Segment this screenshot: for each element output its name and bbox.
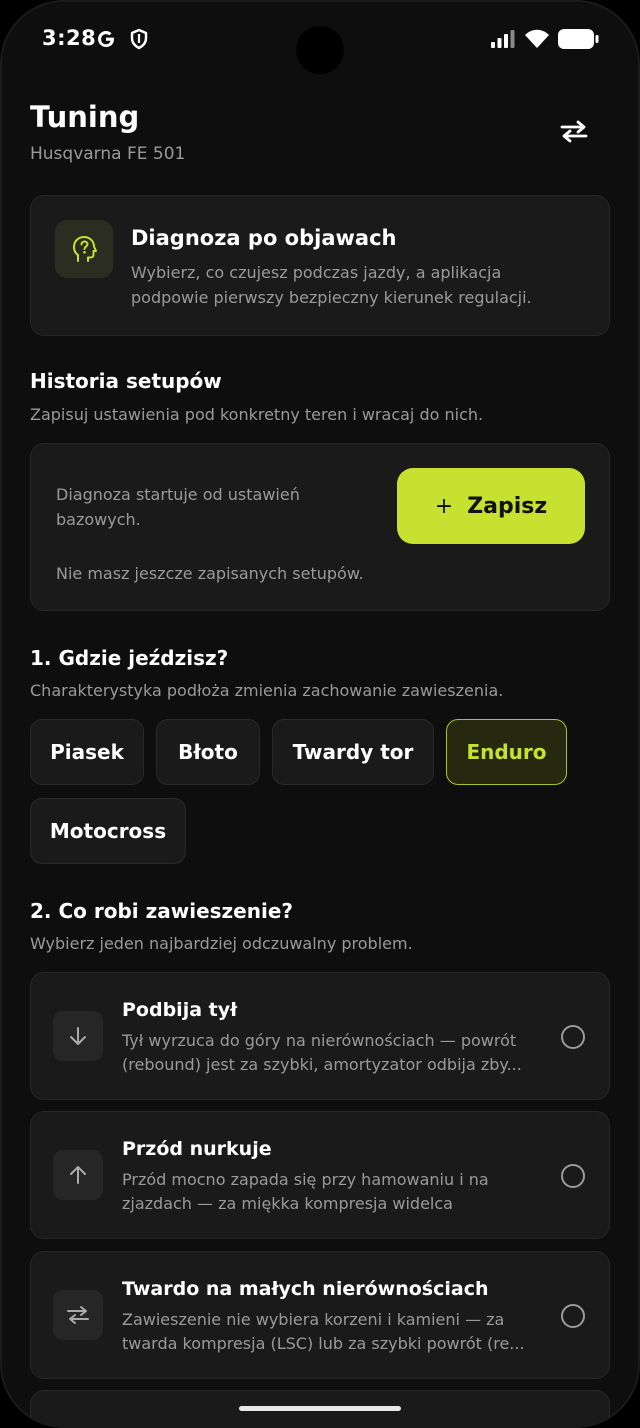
problem-title: Podbija tył: [122, 999, 238, 1021]
wifi-icon: [525, 29, 549, 48]
home-indicator[interactable]: [239, 1406, 401, 1411]
problem-title: Twardo na małych nierównościach: [122, 1278, 489, 1300]
status-bar: 3:28: [0, 0, 640, 80]
diagnosis-card[interactable]: Diagnoza po objawach Wybierz, co czujesz…: [30, 195, 610, 336]
shield-icon: [130, 28, 148, 50]
problems-title: 2. Co robi zawieszenie?: [30, 899, 293, 923]
bike-name: Husqvarna FE 501: [30, 144, 186, 164]
base-settings-line: bazowych.: [56, 510, 141, 529]
signal-icon: [491, 30, 515, 48]
save-button-label: Zapisz: [467, 493, 548, 519]
chip-bloto[interactable]: Błoto: [156, 719, 260, 785]
diagnosis-title: Diagnoza po objawach: [131, 226, 397, 250]
problem-option[interactable]: Przód nurkuje Przód mocno zapada się prz…: [30, 1111, 610, 1239]
chip-motocross[interactable]: Motocross: [30, 798, 186, 864]
status-time: 3:28: [42, 26, 97, 50]
problem-description-line: Przód mocno zapada się przy hamowaniu i …: [122, 1170, 489, 1189]
empty-setups-text: Nie masz jeszcze zapisanych setupów.: [56, 564, 364, 583]
page-title: Tuning: [30, 100, 140, 134]
chip-twardy-tor[interactable]: Twardy tor: [272, 719, 434, 785]
problem-radio[interactable]: [561, 1025, 585, 1049]
history-title: Historia setupów: [30, 369, 222, 393]
problem-option[interactable]: Podbija tył Tył wyrzuca do góry na nieró…: [30, 972, 610, 1100]
problem-option[interactable]: Twardo na małych nierównościach Zawiesze…: [30, 1251, 610, 1379]
base-settings-text: Diagnoza startuje od ustawień bazowych.: [56, 482, 356, 532]
problem-description-line: (rebound) jest za szybki, amortyzator od…: [122, 1055, 522, 1074]
problem-radio[interactable]: [561, 1164, 585, 1188]
history-subtitle: Zapisuj ustawienia pod konkretny teren i…: [30, 405, 484, 424]
arrow-up-icon: [53, 1150, 103, 1200]
terrain-title: 1. Gdzie jeździsz?: [30, 646, 229, 670]
problems-subtitle: Wybierz jeden najbardziej odczuwalny pro…: [30, 934, 413, 953]
history-card: Diagnoza startuje od ustawień bazowych. …: [30, 443, 610, 611]
problem-description-line: Zawieszenie nie wybiera korzeni i kamien…: [122, 1310, 505, 1329]
problem-description-line: twarda kompresja (LSC) lub za szybki pow…: [122, 1334, 525, 1353]
phone-screen: 3:28 Tuning Husqvarna FE 501 Diagnoza po…: [0, 0, 640, 1428]
problem-description: Zawieszenie nie wybiera korzeni i kamien…: [122, 1308, 552, 1356]
problem-description-line: zjazdach — za miękka kompresja widelca: [122, 1194, 453, 1213]
battery-icon: [558, 29, 599, 49]
head-question-icon: [55, 220, 113, 278]
diagnosis-line: Wybierz, co czujesz podczas jazdy, a apl…: [131, 263, 502, 282]
google-icon: [98, 31, 114, 47]
terrain-subtitle: Charakterystyka podłoża zmienia zachowan…: [30, 681, 504, 700]
chip-piasek[interactable]: Piasek: [30, 719, 144, 785]
problem-description: Tył wyrzuca do góry na nierównościach — …: [122, 1029, 552, 1077]
switch-bike-button[interactable]: [554, 114, 594, 148]
problem-radio[interactable]: [561, 1304, 585, 1328]
front-camera: [296, 26, 344, 74]
problem-title: Przód nurkuje: [122, 1138, 272, 1160]
save-setup-button[interactable]: + Zapisz: [397, 468, 585, 544]
problem-description: Przód mocno zapada się przy hamowaniu i …: [122, 1168, 552, 1216]
swap-arrows-icon: [53, 1290, 103, 1340]
diagnosis-description: Wybierz, co czujesz podczas jazdy, a apl…: [131, 260, 571, 310]
diagnosis-line: podpowie pierwszy bezpieczny kierunek re…: [131, 288, 532, 307]
problem-description-line: Tył wyrzuca do góry na nierównościach — …: [122, 1031, 517, 1050]
arrow-down-icon: [53, 1011, 103, 1061]
plus-icon: +: [434, 493, 454, 519]
swap-arrows-icon: [560, 120, 588, 143]
base-settings-line: Diagnoza startuje od ustawień: [56, 485, 300, 504]
chip-enduro[interactable]: Enduro: [446, 719, 567, 785]
